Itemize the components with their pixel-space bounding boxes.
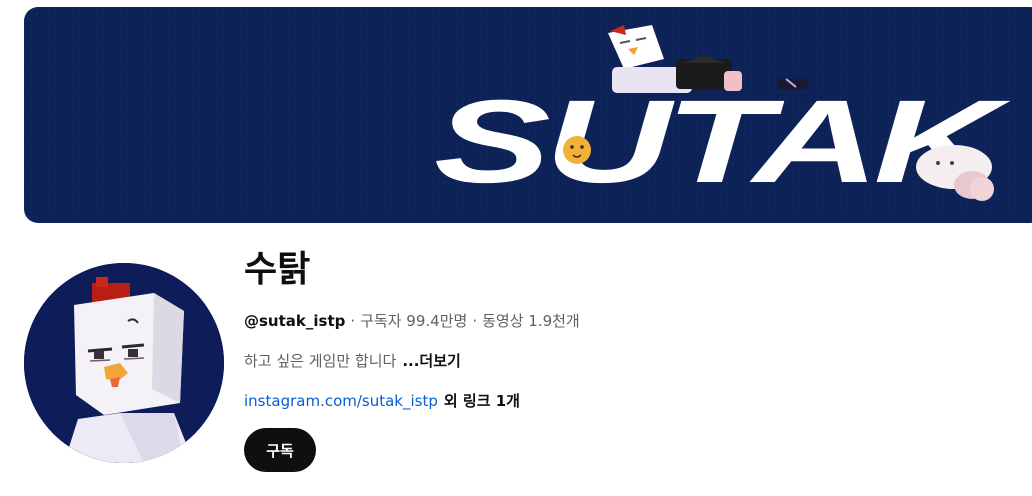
channel-description[interactable]: 하고 싶은 게임만 합니다 ...더보기 xyxy=(244,351,461,371)
more-button[interactable]: ...더보기 xyxy=(402,352,461,370)
channel-banner: SUTAK xyxy=(24,7,1032,223)
subscribe-button[interactable]: 구독 xyxy=(244,428,316,472)
chicken-avatar-icon xyxy=(24,263,224,463)
instagram-link[interactable]: instagram.com/sutak_istp xyxy=(244,392,438,410)
channel-meta: @sutak_istp · 구독자 99.4만명 · 동영상 1.9천개 xyxy=(244,311,580,331)
channel-links: instagram.com/sutak_istp 외 링크 1개 xyxy=(244,391,520,411)
subscriber-count: 구독자 99.4만명 xyxy=(360,312,468,330)
channel-handle: @sutak_istp xyxy=(244,312,346,330)
video-count: 동영상 1.9천개 xyxy=(482,312,580,330)
more-links-button[interactable]: 외 링크 1개 xyxy=(444,392,520,410)
banner-artwork: SUTAK xyxy=(24,7,1032,223)
channel-avatar[interactable] xyxy=(24,263,224,463)
description-text: 하고 싶은 게임만 합니다 xyxy=(244,352,397,370)
meta-separator: · xyxy=(472,312,478,330)
meta-separator: · xyxy=(350,312,356,330)
banner-logo-text: SUTAK xyxy=(434,76,1011,208)
chick-icon xyxy=(563,136,591,164)
channel-name: 수탉 xyxy=(244,249,311,290)
